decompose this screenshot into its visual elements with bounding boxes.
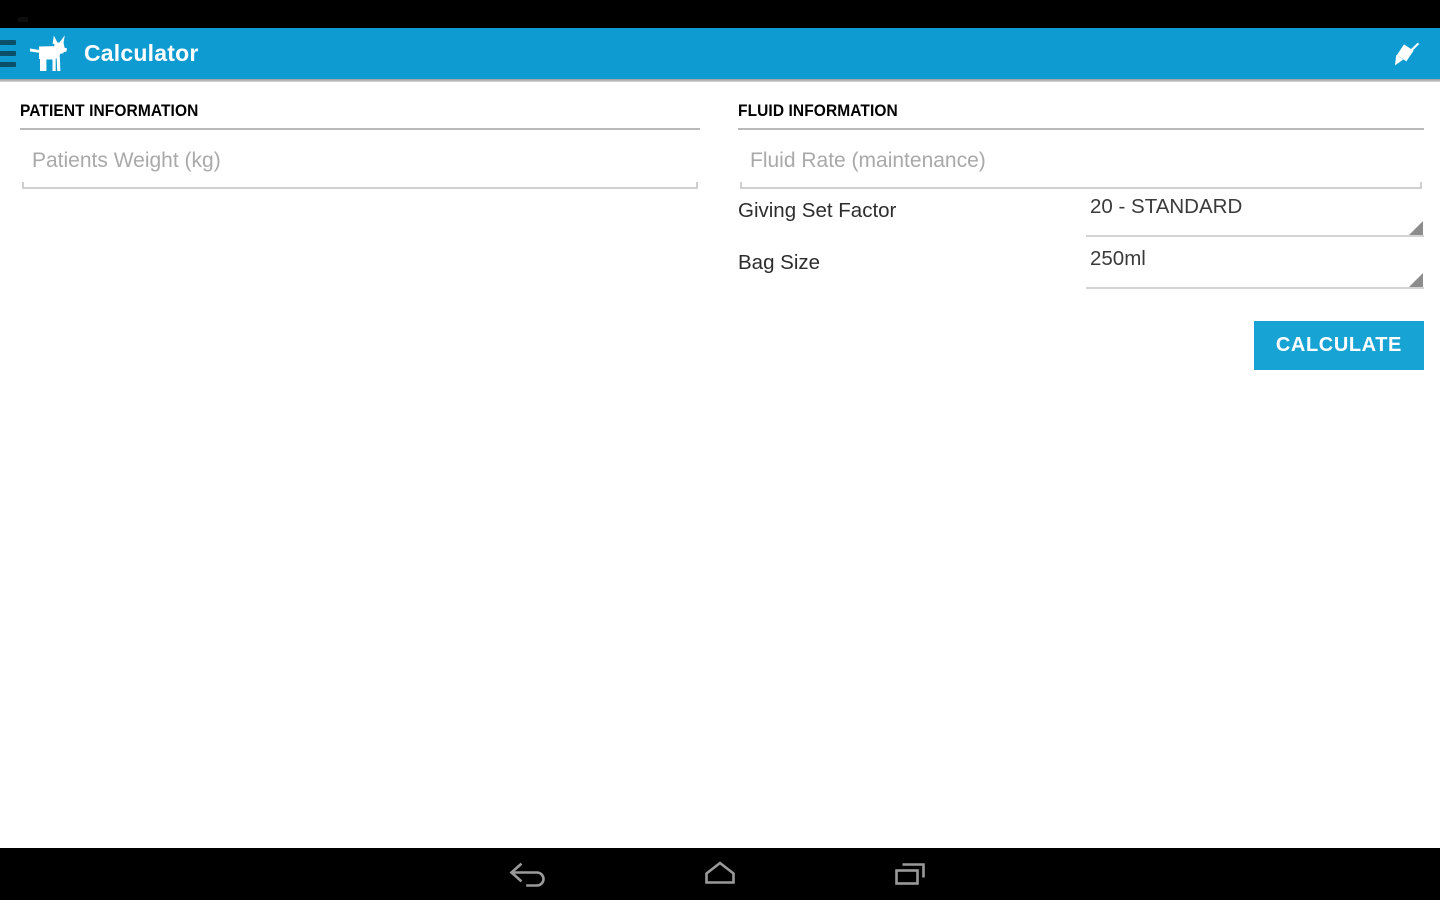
recents-icon[interactable] — [865, 848, 955, 900]
main-content: PATIENT INFORMATION Patients Weight (kg)… — [0, 82, 1440, 848]
giving-set-factor-row: Giving Set Factor 20 - STANDARD — [738, 189, 1424, 241]
input-underline-tick — [696, 182, 698, 189]
status-bar-indicator — [18, 17, 28, 22]
giving-set-factor-value: 20 - STANDARD — [1090, 195, 1243, 218]
section-divider — [20, 128, 700, 130]
bag-size-label: Bag Size — [738, 251, 821, 274]
giving-set-factor-label: Giving Set Factor — [738, 199, 897, 222]
section-divider — [738, 128, 1424, 130]
giving-set-factor-spinner[interactable]: 20 - STANDARD — [1086, 189, 1424, 237]
page-title: Calculator — [84, 40, 199, 66]
calculate-button[interactable]: CALCULATE — [1253, 321, 1424, 370]
hamburger-bar — [0, 62, 16, 67]
dog-logo-icon — [28, 33, 68, 75]
fluid-section-title: FLUID INFORMATION — [738, 102, 898, 120]
input-underline-tick — [1420, 182, 1422, 189]
app-toolbar: Calculator — [0, 28, 1440, 79]
patient-weight-input[interactable]: Patients Weight (kg) — [20, 133, 700, 189]
input-underline — [22, 187, 698, 189]
app-screen: Calculator PATIENT INFORMATION Patients … — [0, 0, 1440, 900]
bag-size-row: Bag Size 250ml — [738, 241, 1424, 293]
spinner-underline — [1086, 235, 1424, 237]
hamburger-bar — [0, 40, 16, 45]
bag-size-spinner[interactable]: 250ml — [1086, 241, 1424, 289]
chevron-down-icon — [1409, 221, 1423, 235]
fluid-rate-placeholder: Fluid Rate (maintenance) — [750, 149, 986, 172]
fluid-rate-input[interactable]: Fluid Rate (maintenance) — [738, 133, 1424, 189]
patient-section-title: PATIENT INFORMATION — [20, 102, 199, 120]
hamburger-bar — [0, 51, 16, 56]
home-icon[interactable] — [675, 848, 765, 900]
android-navigation-bar — [0, 848, 1440, 900]
chevron-down-icon — [1409, 273, 1423, 287]
fluid-information-panel: FLUID INFORMATION Fluid Rate (maintenanc… — [738, 82, 1424, 370]
android-status-bar — [0, 0, 1440, 28]
patient-information-panel: PATIENT INFORMATION Patients Weight (kg) — [20, 82, 700, 189]
back-icon[interactable] — [485, 848, 575, 900]
spinner-underline — [1086, 287, 1424, 289]
hamburger-menu-icon[interactable] — [0, 37, 16, 71]
bag-size-value: 250ml — [1090, 247, 1146, 270]
pin-icon[interactable] — [1378, 28, 1434, 79]
button-row: CALCULATE — [738, 321, 1424, 370]
patient-weight-placeholder: Patients Weight (kg) — [32, 149, 221, 172]
